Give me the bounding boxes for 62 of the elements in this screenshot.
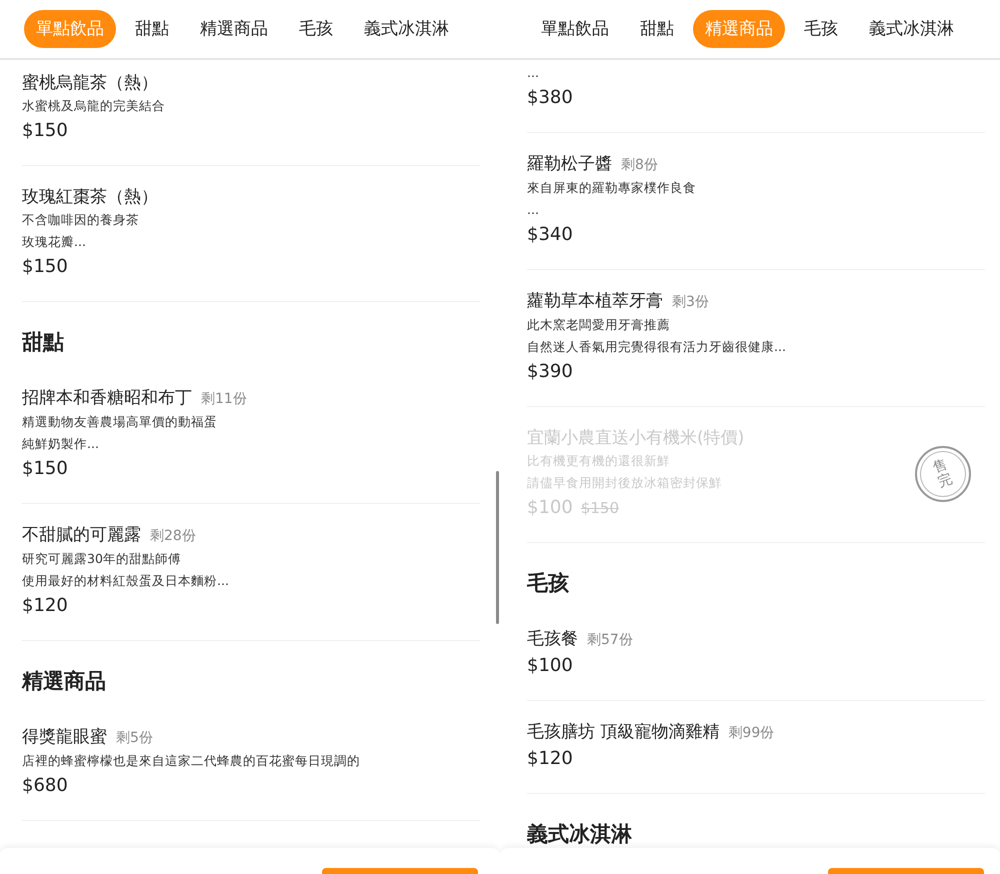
section-heading: 甜點 [22, 329, 65, 356]
menu-item[interactable]: 不甜膩的可麗露 剩28份 研究可麗露30年的甜點師傅 使用最好的材料紅殼蛋及日本麵粉... $120 [22, 504, 480, 641]
item-description: 店裡的蜂蜜檸檬也是來自這家二代蜂農的百花蜜每日現調的 [22, 752, 360, 770]
stock-count: 剩11份 [201, 390, 247, 409]
stock-count: 剩5份 [116, 729, 153, 748]
item-description: 水蜜桃及烏龍的完美結合 [22, 97, 165, 115]
item-price: $150 [22, 457, 68, 481]
category-tab[interactable]: 毛孩 [287, 10, 345, 48]
menu-item[interactable]: 毛孩餐 剩57份 $100 [527, 608, 985, 701]
sold-out-stamp: 售完 [915, 446, 971, 502]
item-name: 毛孩餐 [527, 628, 578, 651]
section-heading: 義式冰淇淋 [527, 821, 633, 848]
menu-item[interactable]: 得獎龍眼蜜 剩5份 店裡的蜂蜜檸檬也是來自這家二代蜂農的百花蜜每日現調的 $680 [22, 706, 480, 821]
item-description: 精選動物友善農場高單價的動福蛋 [22, 413, 218, 431]
section-heading: 毛孩 [527, 570, 570, 597]
stock-count: 剩28份 [150, 527, 196, 546]
item-price: $100 [527, 654, 573, 678]
category-tab[interactable]: 甜點 [628, 10, 686, 48]
item-name: 得獎龍眼蜜 [22, 726, 107, 749]
item-price: $390 [527, 360, 573, 384]
category-tab[interactable]: 義式冰淇淋 [352, 10, 461, 48]
menu-item[interactable]: 玫瑰紅棗茶（熱） 不含咖啡因的養身茶 玫瑰花瓣... $150 [22, 166, 480, 302]
item-name: 招牌本和香糖昭和布丁 [22, 387, 192, 410]
item-description: 此木窯老闆愛用牙膏推薦 [527, 316, 671, 334]
menu-item[interactable]: 毛孩膳坊 頂級寵物滴雞精 剩99份 $120 [527, 701, 985, 794]
item-price: $340 [527, 223, 573, 247]
item-description: ... [527, 201, 540, 219]
menu-item[interactable]: ... $380 [527, 60, 985, 133]
item-description: 來自屏東的羅勒專家樸作良食 [527, 179, 696, 197]
item-description: 研究可麗露30年的甜點師傅 [22, 550, 182, 568]
item-description: 不含咖啡因的養身茶 [22, 211, 140, 229]
menu-item[interactable]: 招牌本和香糖昭和布丁 剩11份 精選動物友善農場高單價的動福蛋 純鮮奶製作... $150 [22, 367, 480, 504]
item-name: 玫瑰紅棗茶（熱） [22, 186, 158, 209]
item-description: ... [527, 64, 540, 82]
menu-item[interactable]: 蜜桃烏龍茶（熱） 水蜜桃及烏龍的完美結合 $150 [22, 60, 480, 166]
item-price: $120 [527, 747, 573, 771]
category-tab[interactable]: 義式冰淇淋 [857, 10, 966, 48]
category-tab[interactable]: 單點飲品 [529, 10, 621, 48]
item-description: 玫瑰花瓣... [22, 233, 87, 251]
stock-count: 剩3份 [672, 293, 709, 312]
item-name: 毛孩膳坊 頂級寵物滴雞精 [527, 721, 720, 744]
item-price: $120 [22, 594, 68, 618]
item-name: 蘿勒草本植萃牙膏 [527, 290, 663, 313]
item-description: 使用最好的材料紅殼蛋及日本麵粉... [22, 572, 229, 590]
item-name: 蜜桃烏龍茶（熱） [22, 72, 158, 95]
item-description: 自然迷人香氣用完覺得很有活力牙齒很健康... [527, 338, 786, 356]
category-tab[interactable]: 精選商品 [188, 10, 280, 48]
menu-item[interactable]: 羅勒松子醬 剩8份 來自屏東的羅勒專家樸作良食 ... $340 [527, 133, 985, 270]
item-name: 不甜膩的可麗露 [22, 524, 141, 547]
item-name: 羅勒松子醬 [527, 153, 612, 176]
item-price: $150 [22, 255, 68, 279]
item-description: 純鮮奶製作... [22, 435, 100, 453]
menu-item[interactable]: 蘿勒草本植萃牙膏 剩3份 此木窯老闆愛用牙膏推薦 自然迷人香氣用完覺得很有活力牙齒很健康... $390 [527, 270, 985, 407]
item-price: $150 [22, 119, 68, 143]
stock-count: 剩57份 [587, 631, 633, 650]
item-price: $380 [527, 86, 573, 110]
item-price: $680 [22, 774, 68, 798]
category-tab[interactable]: 甜點 [123, 10, 181, 48]
category-tab[interactable]: 毛孩 [792, 10, 850, 48]
section-heading: 精選商品 [22, 668, 107, 695]
stock-count: 剩99份 [728, 724, 774, 743]
stock-count: 剩8份 [621, 156, 658, 175]
